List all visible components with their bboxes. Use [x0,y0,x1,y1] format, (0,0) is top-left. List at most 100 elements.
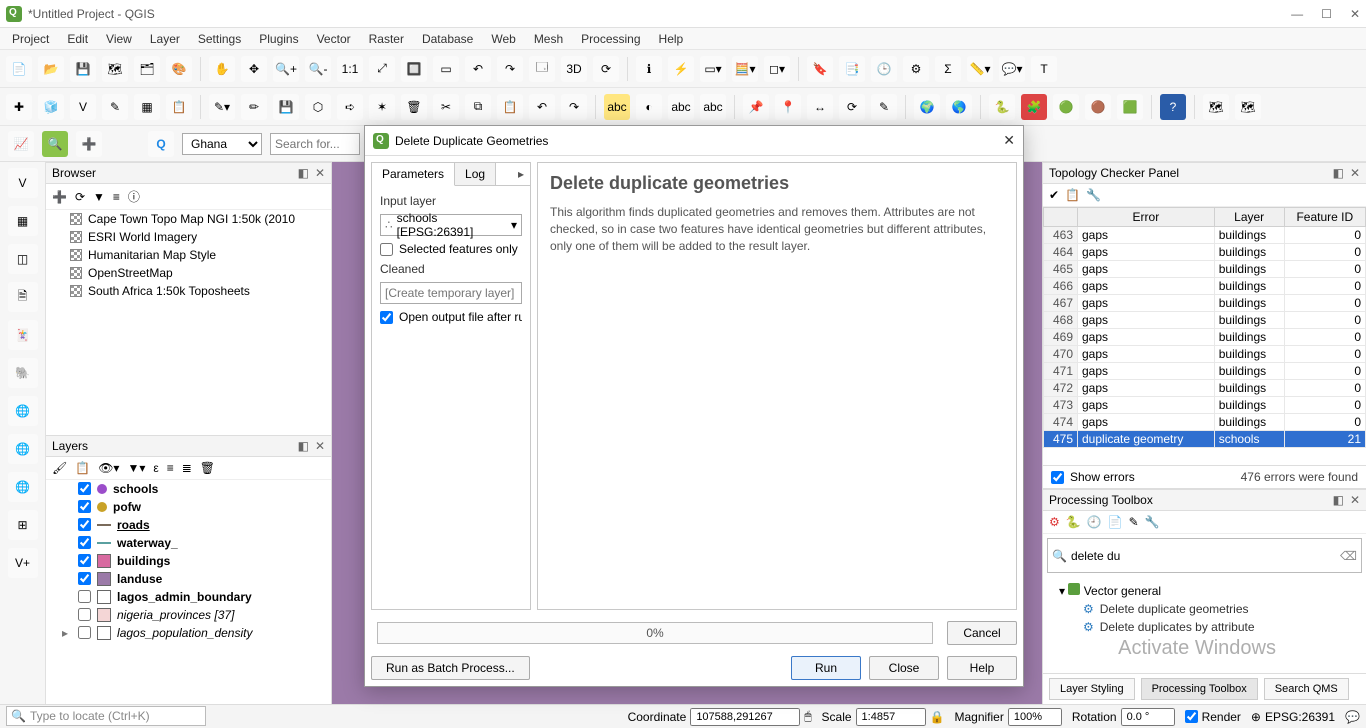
pin-labels-icon[interactable]: 📌 [743,94,769,120]
topology-config-icon[interactable]: 📋 [1065,188,1080,202]
zoom-out-icon[interactable]: 🔍- [305,56,331,82]
dialog-close-icon[interactable]: ✕ [1003,132,1015,149]
toolbox-options-icon[interactable]: 🔧 [1145,515,1160,529]
country-combo[interactable]: Ghana [182,133,262,155]
toolbox-algorithm[interactable]: ⚙ Delete duplicates by attribute [1049,618,1360,636]
browser-item[interactable]: OpenStreetMap [46,264,331,282]
layer-nigeria_provinces [37][interactable]: nigeria_provinces [37] [46,606,331,624]
db-icon[interactable]: 🟢 [1053,94,1079,120]
toolbox-model-icon[interactable]: ⚙ [1049,515,1060,529]
render-checkbox[interactable] [1185,710,1198,723]
map-tips-icon[interactable]: 💬▾ [999,56,1025,82]
layer-visibility-checkbox[interactable] [78,554,91,567]
statistics-icon[interactable]: Σ [935,56,961,82]
zoom-native-icon[interactable]: 1:1 [337,56,363,82]
style-manager-icon[interactable]: 🎨 [166,56,192,82]
layer-visibility-checkbox[interactable] [78,518,91,531]
plugins-icon[interactable]: 🧩 [1021,94,1047,120]
diagram-icon[interactable]: ◐ [636,94,662,120]
browser-item[interactable]: Humanitarian Map Style [46,246,331,264]
layer-lagos_population_density[interactable]: ▸ lagos_population_density [46,624,331,642]
table-row[interactable]: 473gapsbuildings0 [1044,397,1366,414]
select-by-value-icon[interactable]: 🧮▾ [732,56,758,82]
table-row[interactable]: 467gapsbuildings0 [1044,295,1366,312]
toolbox-search-input[interactable] [1071,549,1336,563]
attr-table-icon[interactable]: ▦ [134,94,160,120]
layers-add-group-icon[interactable]: 📋 [75,461,90,475]
browser-filter-icon[interactable]: ▼ [93,190,105,204]
control-panel-icon[interactable]: ⚙ [903,56,929,82]
magnifier-input[interactable] [1008,708,1062,726]
topology-table[interactable]: Error Layer Feature ID 463gapsbuildings0… [1043,207,1366,448]
layers-expand-icon[interactable]: ≡ [167,461,174,475]
menu-processing[interactable]: Processing [573,30,648,48]
identify-icon[interactable]: ℹ [636,56,662,82]
toolbox-close-icon[interactable]: ✕ [1350,493,1360,507]
layer-visibility-checkbox[interactable] [78,536,91,549]
menu-vector[interactable]: Vector [309,30,359,48]
current-edits-icon[interactable]: ✎▾ [209,94,235,120]
new-3d-view-icon[interactable]: 3D [561,56,587,82]
deselect-icon[interactable]: ◻▾ [764,56,790,82]
delete-selected-icon[interactable]: 🗑 [401,94,427,120]
redo-icon[interactable]: ↷ [561,94,587,120]
add-csv-icon[interactable]: 🗎 [8,282,38,312]
pencil-icon[interactable]: ✏ [241,94,267,120]
menu-view[interactable]: View [98,30,140,48]
zoom-next-icon[interactable]: ↷ [497,56,523,82]
col-fid[interactable]: Feature ID [1284,208,1365,227]
change-label-icon[interactable]: ✎ [871,94,897,120]
toolbox-history-icon[interactable]: 🕘 [1087,515,1102,529]
cancel-button[interactable]: Cancel [947,621,1017,645]
qms-add-icon[interactable]: ➕ [76,131,102,157]
new-bookmark-icon[interactable]: 🔖 [807,56,833,82]
action-icon[interactable]: ⚡ [668,56,694,82]
selected-features-checkbox[interactable] [380,243,393,256]
layers-style-icon[interactable]: 🖌 [52,461,67,475]
crs-icon[interactable]: ⊕ [1251,710,1261,724]
show-errors-checkbox[interactable] [1051,471,1064,484]
table-row[interactable]: 475duplicate geometryschools21 [1044,431,1366,448]
table-row[interactable]: 463gapsbuildings0 [1044,227,1366,244]
cleaned-output-input[interactable] [380,282,522,304]
search-input[interactable] [270,133,360,155]
layers-collapse-icon[interactable]: ≣ [182,461,192,475]
browser-props-icon[interactable]: ⓘ [128,188,140,205]
run-batch-button[interactable]: Run as Batch Process... [371,656,530,680]
rotate-label-icon[interactable]: ⟳ [839,94,865,120]
mesh-icon[interactable]: 🟩 [1117,94,1143,120]
measure-icon[interactable]: 📏▾ [967,56,993,82]
layers-undock-icon[interactable]: ◧ [298,439,309,453]
table-row[interactable]: 470gapsbuildings0 [1044,346,1366,363]
python-icon[interactable]: 🐍 [989,94,1015,120]
table-row[interactable]: 466gapsbuildings0 [1044,278,1366,295]
label-tool-icon[interactable]: abc [668,94,694,120]
menu-help[interactable]: Help [651,30,692,48]
run-button[interactable]: Run [791,656,861,680]
toolbox-tree[interactable]: ▾ Vector general ⚙ Delete duplicate geom… [1043,577,1366,640]
layers-remove-icon[interactable]: 🗑 [200,461,215,475]
tab-layer-styling[interactable]: Layer Styling [1049,678,1135,700]
refresh-icon[interactable]: ⟳ [593,56,619,82]
osm-search-icon[interactable]: 🌎 [946,94,972,120]
messages-icon[interactable]: 💬 [1345,710,1360,724]
layer-visibility-checkbox[interactable] [78,590,91,603]
topology-rule-icon[interactable]: 🔧 [1086,188,1101,202]
browser-undock-icon[interactable]: ◧ [298,166,309,180]
save-icon[interactable]: 💾 [70,56,96,82]
show-layout-icon[interactable]: 🗂 [134,56,160,82]
toolbox-search[interactable]: 🔍 ⌫ [1047,538,1362,573]
zoom-in-icon[interactable]: 🔍+ [273,56,299,82]
georef-icon[interactable]: 🗺 [1203,94,1229,120]
new-geopackage-icon[interactable]: 🧊 [38,94,64,120]
topology-close-icon[interactable]: ✕ [1350,166,1360,180]
toolbox-algorithm[interactable]: ⚙ Delete duplicate geometries [1049,600,1360,618]
toggle-editing-icon[interactable]: ✎ [102,94,128,120]
add-wms-icon[interactable]: 🌐 [8,396,38,426]
coord-input[interactable] [690,708,800,726]
layers-expr-icon[interactable]: ε [153,461,158,475]
save-edits-icon[interactable]: 💾 [273,94,299,120]
dialog-titlebar[interactable]: Delete Duplicate Geometries ✕ [365,126,1023,156]
layer-landuse[interactable]: landuse [46,570,331,588]
undo-icon[interactable]: ↶ [529,94,555,120]
